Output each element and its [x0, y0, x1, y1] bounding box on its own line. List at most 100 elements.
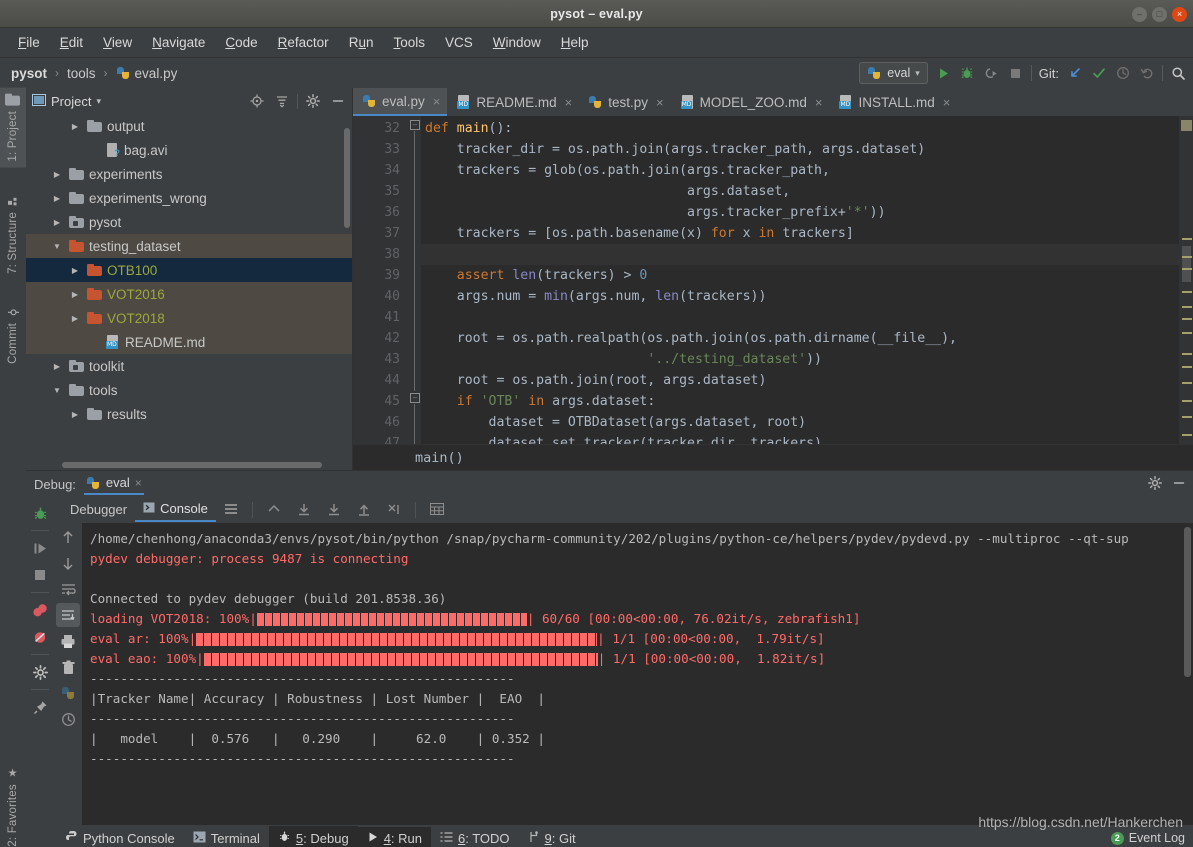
tool-window-button-6--todo[interactable]: 6: TODO: [431, 827, 519, 847]
code-line[interactable]: if 'OTB' in args.dataset:: [421, 391, 1179, 412]
change-marker[interactable]: [1182, 238, 1192, 240]
tree-node-vot2016[interactable]: ▶ VOT2016: [26, 282, 352, 306]
menu-item-code[interactable]: Code: [215, 31, 267, 54]
chevron-right-icon[interactable]: ▶: [50, 218, 64, 227]
clock-icon[interactable]: [56, 707, 80, 731]
chevron-right-icon[interactable]: ▶: [68, 410, 82, 419]
change-marker[interactable]: [1182, 268, 1192, 270]
menu-item-run[interactable]: Run: [339, 31, 384, 54]
close-icon[interactable]: ×: [135, 476, 142, 490]
chevron-down-icon[interactable]: ▾: [96, 96, 101, 107]
tree-node-experiments[interactable]: ▶ experiments: [26, 162, 352, 186]
goto-icon[interactable]: [379, 501, 409, 520]
sidebar-item-project[interactable]: 1: Project: [0, 88, 26, 168]
collapse-all-icon[interactable]: [272, 91, 292, 111]
tool-window-button-python-console[interactable]: Python Console: [56, 826, 184, 847]
gear-icon[interactable]: [303, 91, 323, 111]
chevron-right-icon[interactable]: ▶: [50, 170, 64, 179]
close-icon[interactable]: ×: [940, 95, 951, 110]
code-text[interactable]: def main(): tracker_dir = os.path.join(a…: [421, 116, 1179, 444]
sidebar-item-commit[interactable]: Commit: [0, 301, 26, 370]
pin-icon[interactable]: [28, 695, 52, 719]
stop-icon[interactable]: [28, 563, 52, 587]
code-line[interactable]: root = os.path.realpath(os.path.join(os.…: [421, 328, 1179, 349]
down-icon[interactable]: [56, 551, 80, 575]
close-icon[interactable]: ×: [812, 95, 823, 110]
git-update-icon[interactable]: [1066, 65, 1083, 82]
soft-wrap-icon[interactable]: [56, 577, 80, 601]
chevron-right-icon[interactable]: ▶: [68, 266, 82, 275]
chevron-down-icon[interactable]: ▼: [50, 386, 64, 395]
close-icon[interactable]: ×: [653, 95, 664, 110]
code-line[interactable]: root = os.path.join(root, args.dataset): [421, 370, 1179, 391]
change-marker[interactable]: [1182, 318, 1192, 320]
trash-icon[interactable]: [56, 655, 80, 679]
editor-tab-install-md[interactable]: MD INSTALL.md ×: [829, 88, 957, 116]
chevron-right-icon[interactable]: ▶: [68, 314, 82, 323]
upload-icon[interactable]: [349, 501, 379, 520]
debug-session-tab[interactable]: eval ×: [83, 473, 144, 495]
tree-node-readme-md[interactable]: ▶ MD README.md: [26, 330, 352, 354]
console-scrollbar[interactable]: [1184, 527, 1191, 677]
code-line[interactable]: assert len(trackers) > 0: [421, 265, 1179, 286]
download-icon[interactable]: [289, 501, 319, 520]
menu-item-navigate[interactable]: Navigate: [142, 31, 215, 54]
maximize-button[interactable]: □: [1152, 6, 1167, 22]
table-icon[interactable]: [422, 501, 452, 519]
code-line[interactable]: tracker_dir = os.path.join(args.tracker_…: [421, 139, 1179, 160]
editor-marker-bar[interactable]: [1179, 116, 1193, 444]
tab-debugger[interactable]: Debugger: [62, 500, 135, 521]
code-line[interactable]: args.num = min(args.num, len(trackers)): [421, 286, 1179, 307]
breakpoints-icon[interactable]: [28, 598, 52, 622]
marker-warning[interactable]: [1181, 120, 1192, 131]
change-marker[interactable]: [1182, 366, 1192, 368]
code-line[interactable]: def main():: [421, 118, 1179, 139]
console-output[interactable]: /home/chenhong/anaconda3/envs/pysot/bin/…: [82, 523, 1193, 825]
menu-item-file[interactable]: File: [8, 31, 50, 54]
code-line[interactable]: trackers = [os.path.basename(x) for x in…: [421, 223, 1179, 244]
code-line[interactable]: '../testing_dataset')): [421, 349, 1179, 370]
minimize-button[interactable]: –: [1132, 6, 1147, 22]
close-icon[interactable]: ×: [562, 95, 573, 110]
code-line[interactable]: dataset = OTBDataset(args.dataset, root): [421, 412, 1179, 433]
chevron-right-icon[interactable]: ▶: [68, 122, 82, 131]
change-marker[interactable]: [1182, 382, 1192, 384]
tool-window-button-5--debug[interactable]: 5: Debug: [268, 826, 358, 847]
code-line[interactable]: args.tracker_prefix+'*')): [421, 202, 1179, 223]
tree-vertical-scrollbar[interactable]: [344, 128, 350, 228]
coverage-icon[interactable]: [983, 65, 1000, 82]
code-line[interactable]: [421, 307, 1179, 328]
minimap-thumb[interactable]: [1182, 246, 1191, 282]
close-button[interactable]: ×: [1172, 6, 1187, 22]
tree-node-otb100[interactable]: ▶ OTB100: [26, 258, 352, 282]
sidebar-item-structure[interactable]: 7: Structure: [0, 191, 26, 280]
editor-tab-eval-py[interactable]: eval.py ×: [353, 88, 448, 116]
hide-panel-icon[interactable]: [1172, 476, 1186, 493]
change-marker[interactable]: [1182, 400, 1192, 402]
tree-node-results[interactable]: ▶ results: [26, 402, 352, 426]
resume-program-icon[interactable]: [28, 536, 52, 560]
locate-icon[interactable]: [247, 91, 267, 111]
breadcrumb-tools[interactable]: tools: [64, 65, 99, 82]
scroll-up-icon[interactable]: [259, 501, 289, 519]
tree-node-vot2018[interactable]: ▶ VOT2018: [26, 306, 352, 330]
search-icon[interactable]: [1170, 65, 1187, 82]
menu-item-tools[interactable]: Tools: [383, 31, 435, 54]
code-line[interactable]: dataset.set_tracker(tracker_dir, tracker…: [421, 433, 1179, 444]
change-marker[interactable]: [1182, 306, 1192, 308]
gear-icon[interactable]: [28, 660, 52, 684]
code-line[interactable]: args.dataset,: [421, 181, 1179, 202]
menu-item-help[interactable]: Help: [551, 31, 599, 54]
editor-fold-column[interactable]: – –: [409, 116, 421, 444]
run-icon[interactable]: [935, 65, 952, 82]
chevron-right-icon[interactable]: ▶: [50, 362, 64, 371]
run-configuration-selector[interactable]: eval ▾: [859, 62, 928, 84]
fold-marker-main[interactable]: –: [410, 120, 420, 130]
change-marker[interactable]: [1182, 291, 1192, 293]
chevron-right-icon[interactable]: ▶: [50, 194, 64, 203]
editor-body[interactable]: 32 33 34 35 36 37 38 39 40 41 42 43 44 45 46 47 – – def…: [353, 116, 1193, 444]
tree-node-tools[interactable]: ▼ tools: [26, 378, 352, 402]
editor-tab-test-py[interactable]: test.py ×: [579, 88, 670, 116]
menu-item-refactor[interactable]: Refactor: [268, 31, 339, 54]
tool-window-button-9--git[interactable]: 9: Git: [519, 827, 585, 847]
